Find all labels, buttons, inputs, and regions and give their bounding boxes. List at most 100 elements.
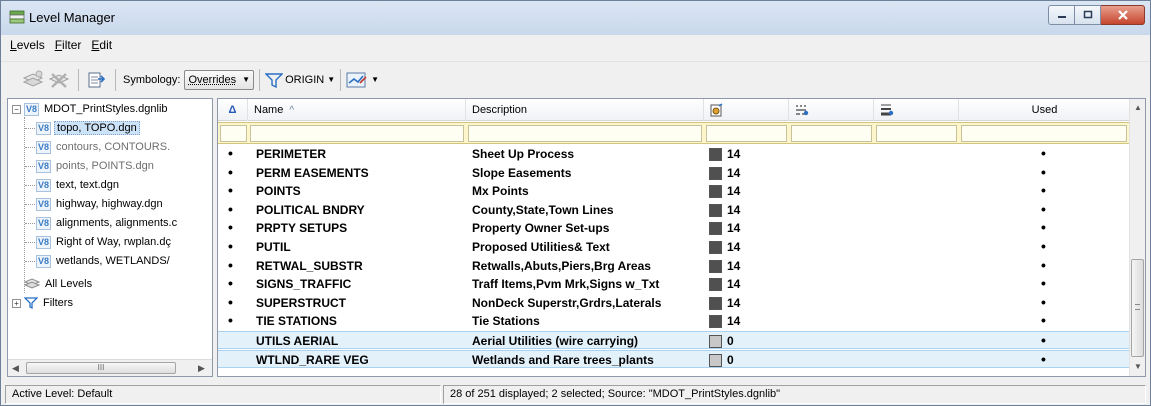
tree-item-wetlands[interactable]: V8 wetlands, WETLANDS/ [36, 252, 172, 270]
origin-filter-button[interactable]: ORIGIN ▼ [265, 71, 335, 89]
used-indicator: • [1041, 332, 1046, 348]
table-row[interactable]: • PUTIL Proposed Utilities& Text 14 • [218, 238, 1130, 256]
new-level-button[interactable] [21, 68, 45, 92]
menu-edit[interactable]: Edit [86, 35, 117, 57]
color-swatch[interactable] [709, 296, 722, 310]
level-description: Wetlands and Rare trees_plants [472, 352, 654, 367]
active-level-status: Active Level: Default [5, 385, 441, 404]
table-row[interactable]: • SIGNS_TRAFFIC Traff Items,Pvm Mrk,Signs … [218, 275, 1130, 293]
color-swatch[interactable] [709, 278, 722, 292]
table-row[interactable]: • PRPTY SETUPS Property Owner Set-ups 14 • [218, 219, 1130, 237]
color-swatch[interactable] [709, 315, 722, 329]
color-column-header[interactable] [704, 99, 789, 121]
color-swatch[interactable] [709, 203, 722, 217]
levels-table[interactable]: Δ Name ^ Description Used • PERIMETER Sh… [217, 98, 1146, 377]
tree-item-points[interactable]: V8 points, POINTS.dgn [36, 157, 156, 175]
new-level-icon [22, 70, 44, 87]
tree-item-label: alignments, alignments.c [56, 217, 178, 229]
table-row[interactable]: • RETWAL_SUBSTR Retwalls,Abuts,Piers,Brg A… [218, 257, 1130, 275]
scroll-thumb[interactable] [1131, 259, 1144, 357]
tree-item-filters[interactable]: + Filters [12, 294, 75, 312]
menu-levels-accel: L [10, 38, 17, 52]
level-description: NonDeck Superstr,Grdrs,Laterals [472, 295, 662, 310]
scroll-grip-icon [1135, 304, 1140, 310]
level-name: WTLND_RARE VEG [256, 352, 369, 367]
color-swatch[interactable] [709, 166, 722, 180]
tree-item-all-levels[interactable]: All Levels [24, 275, 94, 293]
weight-column-header[interactable] [874, 99, 959, 121]
level-color-number: 14 [727, 258, 741, 273]
tree-horizontal-scrollbar[interactable]: ◀ III ▶ [8, 359, 212, 376]
style-column-header[interactable] [789, 99, 874, 121]
level-name: SUPERSTRUCT [256, 295, 347, 310]
table-vertical-scrollbar[interactable]: ▲ ▼ [1129, 99, 1145, 376]
level-library-tree[interactable]: − V8 MDOT_PrintStyles.dgnlib V8 topo, TO… [7, 98, 213, 377]
scroll-up-icon[interactable]: ▲ [1134, 103, 1142, 112]
active-marker: • [228, 145, 233, 161]
used-indicator: • [1041, 238, 1046, 254]
table-row[interactable]: • SUPERSTRUCT NonDeck Superstr,Grdrs,Later… [218, 294, 1130, 312]
menu-levels[interactable]: Levels [5, 35, 50, 57]
collapse-icon[interactable]: − [12, 104, 21, 114]
table-row[interactable]: • PERM EASEMENTS Slope Easements 14 • [218, 164, 1130, 182]
close-button[interactable] [1101, 5, 1145, 25]
filter-cell-color[interactable] [706, 125, 787, 142]
dgn-file-icon: V8 [36, 254, 52, 268]
filter-cell-active[interactable] [220, 125, 247, 142]
table-row[interactable]: • PERIMETER Sheet Up Process 14 • [218, 145, 1130, 163]
tree-item-text[interactable]: V8 text, text.dgn [36, 176, 121, 194]
description-column-header[interactable]: Description [466, 99, 704, 121]
color-swatch[interactable] [709, 335, 722, 348]
scroll-thumb[interactable]: III [26, 362, 176, 374]
color-swatch[interactable] [709, 148, 722, 161]
color-swatch[interactable] [709, 259, 722, 273]
active-marker: • [228, 163, 233, 180]
table-row[interactable]: WTLND_RARE VEG Wetlands and Rare trees_pl… [218, 349, 1130, 368]
tree-item-right-of-way[interactable]: V8 Right of Way, rwplan.dç [36, 233, 173, 251]
display-options-button[interactable]: ▼ [346, 71, 379, 89]
toolbar-separator [115, 68, 116, 91]
filter-cell-style[interactable] [791, 125, 872, 142]
title-bar: Level Manager [1, 1, 1150, 35]
maximize-button[interactable] [1075, 5, 1101, 25]
filter-cell-weight[interactable] [876, 125, 957, 142]
export-levels-button[interactable] [84, 68, 108, 92]
table-row[interactable]: • POLITICAL BNDRY County,State,Town Lines 1… [218, 201, 1130, 219]
level-name: TIE STATIONS [256, 314, 337, 329]
color-swatch[interactable] [709, 185, 722, 199]
filter-cell-description[interactable] [468, 125, 702, 142]
color-swatch[interactable] [709, 222, 722, 236]
table-row[interactable]: • TIE STATIONS Tie Stations 14 • [218, 312, 1130, 330]
dgn-file-icon: V8 [36, 216, 52, 230]
scroll-left-icon[interactable]: ◀ [12, 363, 19, 374]
tree-item-contours[interactable]: V8 contours, CONTOURS. [36, 138, 172, 156]
symbology-select[interactable]: Overrides ▼ [184, 69, 255, 90]
tree-root-item[interactable]: − V8 MDOT_PrintStyles.dgnlib [12, 100, 170, 118]
scroll-right-icon[interactable]: ▶ [198, 363, 205, 374]
level-color-number: 0 [727, 352, 734, 367]
minimize-button[interactable] [1048, 5, 1075, 25]
tree-item-topo[interactable]: V8 topo, TOPO.dgn [36, 119, 140, 137]
tree-item-label: points, POINTS.dgn [56, 160, 154, 172]
active-column-header[interactable]: Δ [218, 99, 248, 121]
tree-item-alignments[interactable]: V8 alignments, alignments.c [36, 214, 179, 232]
table-row[interactable]: UTILS AERIAL Aerial Utilities (wire carry… [218, 331, 1130, 349]
expand-icon[interactable]: + [12, 298, 21, 308]
filter-cell-name[interactable] [250, 125, 464, 142]
used-column-header[interactable]: Used [959, 99, 1130, 121]
level-description: Proposed Utilities& Text [472, 240, 610, 254]
level-name: PERIMETER [256, 147, 327, 161]
color-swatch[interactable] [709, 353, 722, 367]
tree-item-label: text, text.dgn [56, 179, 119, 191]
color-swatch[interactable] [709, 241, 722, 254]
scroll-down-icon[interactable]: ▼ [1134, 362, 1142, 371]
tree-item-highway[interactable]: V8 highway, highway.dgn [36, 195, 165, 213]
delete-level-button[interactable] [47, 68, 71, 92]
menu-filter[interactable]: Filter [50, 35, 87, 57]
name-column-header[interactable]: Name ^ [248, 99, 466, 121]
filter-cell-used[interactable] [961, 125, 1127, 142]
level-description: County,State,Town Lines [472, 202, 614, 217]
level-manager-icon [9, 10, 25, 24]
table-row[interactable]: • POINTS Mx Points 14 • [218, 182, 1130, 200]
active-marker: • [228, 182, 233, 199]
